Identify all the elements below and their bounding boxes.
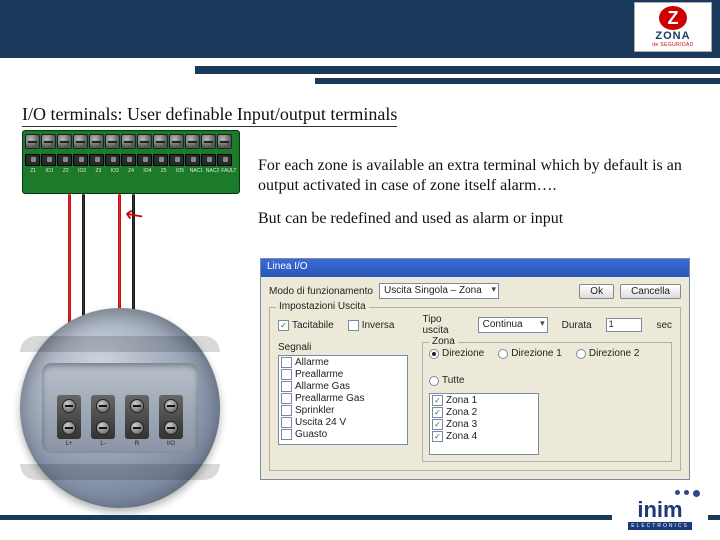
board-screw-row [23, 131, 239, 152]
slide-footer: inim ELECTRONICS [0, 486, 720, 534]
ok-button[interactable]: Ok [579, 284, 614, 299]
zone-group: Zona Direzione Direzione 1 Direzione 2 T… [422, 342, 672, 462]
duration-input[interactable]: 1 [606, 318, 643, 332]
zone-listbox[interactable]: ✓Zona 1 ✓Zona 2 ✓Zona 3 ✓Zona 4 [429, 393, 539, 455]
mode-label: Modo di funzionamento [269, 286, 373, 297]
radio-dir1[interactable] [498, 349, 508, 359]
zona-logo-sub: de SEGURIDAD [652, 42, 693, 48]
detector-base-illustration: L+ L- R I/O [20, 308, 220, 508]
radio-dir2[interactable] [576, 349, 586, 359]
paragraph-1: For each zone is available an extra term… [258, 156, 698, 196]
cancel-button[interactable]: Cancella [620, 284, 681, 299]
chk-tacitabile-label: Tacitabile [292, 320, 334, 331]
config-dialog: Linea I/O Modo di funzionamento Uscita S… [260, 258, 690, 480]
paragraph-2: But can be redefined and used as alarm o… [258, 210, 698, 228]
terminal-board-illustration: Z1IO1Z2IO2Z3IO3Z4IO4Z5IO5NAC1NAC2FAULT [22, 130, 240, 194]
zona-logo: Z ZONA de SEGURIDAD [634, 2, 712, 52]
radio-dir0[interactable] [429, 349, 439, 359]
mode-select[interactable]: Uscita Singola – Zona [379, 283, 499, 299]
inim-dots-icon [620, 490, 700, 497]
body-text: For each zone is available an extra term… [258, 156, 698, 228]
output-group-title: Impostazioni Uscita [276, 301, 369, 312]
pulse-select[interactable]: Continua [478, 317, 548, 333]
duration-label: Durata [562, 320, 592, 331]
chk-tacitabile[interactable]: ✓ [278, 320, 289, 331]
arrow-icon: ↖ [119, 199, 149, 231]
signals-listbox[interactable]: ✓Allarme ✓Preallarme ✓Allarme Gas ✓Preal… [278, 355, 408, 445]
inim-logo: inim ELECTRONICS [612, 490, 708, 530]
board-pin-row [23, 152, 239, 168]
zona-z-icon: Z [659, 6, 687, 30]
zona-logo-text: ZONA [655, 30, 690, 42]
radio-all[interactable] [429, 376, 439, 386]
zone-group-title: Zona [429, 336, 458, 347]
header-stripe-2 [315, 78, 720, 84]
chk-inversa[interactable]: ✓ [348, 320, 359, 331]
signals-label: Segnali [278, 342, 408, 353]
chk-inversa-label: Inversa [362, 320, 395, 331]
header-stripe-1 [195, 66, 720, 74]
inim-logo-text: inim [637, 499, 682, 521]
page-title: I/O terminals: User definable Input/outp… [22, 104, 397, 127]
pulse-label: Tipo uscita [423, 314, 464, 336]
slide-header: Z ZONA de SEGURIDAD [0, 0, 720, 90]
board-labels: Z1IO1Z2IO2Z3IO3Z4IO4Z5IO5NAC1NAC2FAULT [23, 168, 239, 174]
inim-logo-sub: ELECTRONICS [628, 522, 692, 530]
dialog-title: Linea I/O [261, 259, 689, 277]
duration-unit: sec [656, 320, 672, 331]
output-group: Impostazioni Uscita ✓Tacitabile ✓Inversa… [269, 307, 681, 471]
header-gap [0, 58, 720, 66]
header-bar [0, 0, 720, 58]
